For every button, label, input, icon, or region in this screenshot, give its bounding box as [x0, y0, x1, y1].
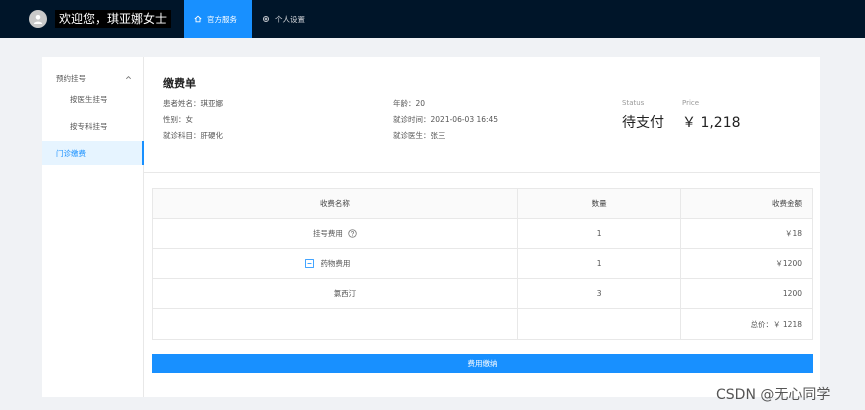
- fee-name: 氯西汀: [333, 289, 357, 298]
- fee-qty: 3: [518, 279, 682, 308]
- fee-amount: ￥18: [784, 229, 802, 238]
- status-label: Status: [622, 99, 645, 107]
- sidebar-item-by-doctor[interactable]: 按医生挂号: [42, 87, 144, 111]
- price-value: ￥ 1,218: [682, 115, 741, 131]
- tab-label: 官方服务: [207, 14, 237, 24]
- fee-amount: 1200: [782, 289, 802, 298]
- question-circle-icon[interactable]: [348, 229, 357, 238]
- fee-qty: 1: [518, 249, 682, 278]
- tab-official-service[interactable]: 官方服务: [184, 0, 252, 38]
- sidebar-item-label: 按专科挂号: [70, 121, 108, 131]
- table-row: 药物费用 1 ￥1200: [153, 249, 812, 279]
- payment-card: 缴费单 患者姓名：琪亚娜 性别：女 就诊科目：肝硬化 年龄：20 就诊时间：20…: [144, 57, 820, 397]
- table-row: 氯西汀 3 1200: [153, 279, 812, 309]
- chevron-up-icon: [126, 76, 131, 80]
- column-header-amount: 收费金额: [772, 199, 802, 208]
- fee-name-cell: 药物费用: [153, 249, 518, 278]
- tab-label: 个人设置: [275, 14, 305, 24]
- sidebar: 预约挂号 按医生挂号 按专科挂号 门诊缴费: [42, 57, 144, 397]
- status-value: 待支付: [622, 115, 664, 131]
- table-row: 挂号费用 1 ￥18: [153, 219, 812, 249]
- fee-amount: ￥1200: [775, 259, 802, 268]
- pay-button[interactable]: 费用缴纳: [152, 354, 813, 373]
- user-icon: [33, 15, 43, 24]
- price-label: Price: [682, 99, 700, 107]
- visit-time: 就诊时间：2021-06-03 16:45: [393, 115, 499, 124]
- total-price: 总价：￥ 1218: [750, 319, 802, 329]
- empty-cell: [153, 309, 518, 339]
- visit-department: 就诊科目：肝硬化: [163, 131, 223, 140]
- top-nav-bar: 欢迎您，琪亚娜女士 官方服务 个人设置: [0, 0, 865, 38]
- tab-personal-settings[interactable]: 个人设置: [252, 0, 322, 38]
- divider: [144, 172, 820, 173]
- table-total-row: 总价：￥ 1218: [153, 309, 812, 339]
- home-icon: [194, 15, 202, 23]
- gear-icon: [262, 15, 270, 23]
- avatar[interactable]: [29, 10, 47, 28]
- fee-name-cell: 氯西汀: [153, 279, 518, 308]
- patient-age: 年龄：20: [393, 99, 426, 108]
- fee-name: 药物费用: [320, 259, 351, 268]
- collapse-toggle-icon[interactable]: [305, 259, 315, 268]
- fee-qty: 1: [518, 219, 682, 248]
- sidebar-item-label: 按医生挂号: [70, 94, 108, 104]
- patient-gender: 性别：女: [163, 115, 193, 124]
- sidebar-item-outpatient-payment[interactable]: 门诊缴费: [42, 141, 144, 165]
- visit-doctor: 就诊医生：张三: [393, 131, 446, 140]
- table-header-row: 收费名称 数量 收费金额: [153, 189, 812, 219]
- column-header-name: 收费名称: [153, 189, 518, 218]
- patient-name: 患者姓名：琪亚娜: [163, 99, 223, 108]
- column-header-qty: 数量: [518, 189, 682, 218]
- empty-cell: [518, 309, 682, 339]
- welcome-text: 欢迎您，琪亚娜女士: [55, 10, 172, 28]
- sidebar-group-label: 预约挂号: [56, 73, 86, 83]
- watermark: CSDN @无心同学: [716, 387, 831, 403]
- fee-table: 收费名称 数量 收费金额 挂号费用 1 ￥18 药物费用 1 ￥1200 氯西汀…: [152, 188, 813, 340]
- fee-name: 挂号费用: [312, 229, 343, 238]
- fee-name-cell: 挂号费用: [153, 219, 518, 248]
- sidebar-item-label: 门诊缴费: [56, 148, 86, 158]
- sidebar-item-by-specialty[interactable]: 按专科挂号: [42, 114, 144, 138]
- page-title: 缴费单: [163, 77, 196, 90]
